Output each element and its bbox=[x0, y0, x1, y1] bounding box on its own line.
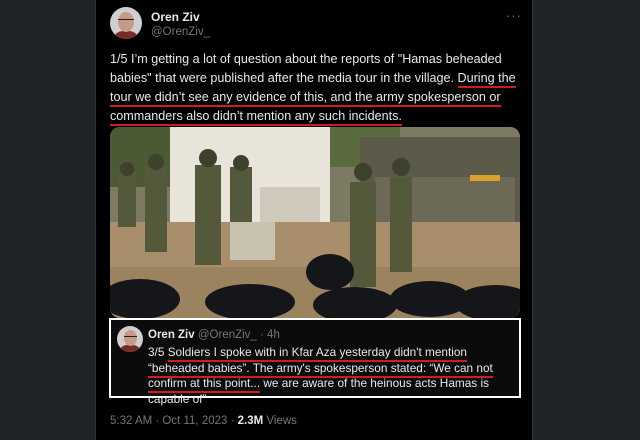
photo-soldiers-body-bags-icon bbox=[110, 127, 520, 318]
author-name[interactable]: Oren Ziv bbox=[151, 10, 200, 24]
quoted-tweet-text: 3/5 Soldiers I spoke with in Kfar Aza ye… bbox=[148, 345, 518, 407]
quoted-tweet-header: Oren Ziv @OrenZiv_ · 4h bbox=[148, 329, 280, 341]
quoted-author-name[interactable]: Oren Ziv bbox=[148, 329, 195, 341]
tweet-text-intro: 1/5 I’m getting a lot of question about … bbox=[110, 52, 502, 85]
quoted-author-handle-time: @OrenZiv_ · 4h bbox=[197, 329, 280, 341]
views-count: 2.3M bbox=[237, 415, 264, 427]
tweet-card[interactable]: Oren Ziv @OrenZiv_ ··· 1/5 I’m getting a… bbox=[95, 0, 533, 440]
tweet-timestamp[interactable]: 5:32 AM · Oct 11, 2023 · bbox=[110, 415, 238, 427]
tweet-text: 1/5 I’m getting a lot of question about … bbox=[110, 50, 520, 126]
quoted-tweet[interactable]: Oren Ziv @OrenZiv_ · 4h 3/5 Soldiers I s… bbox=[109, 318, 521, 406]
tweet-photo[interactable] bbox=[110, 127, 520, 318]
tweet-footer: 5:32 AM · Oct 11, 2023 · 2.3M Views bbox=[110, 415, 297, 427]
author-handle[interactable]: @OrenZiv_ bbox=[151, 26, 210, 38]
quoted-text-prefix: 3/5 bbox=[148, 345, 168, 359]
author-avatar[interactable] bbox=[110, 7, 142, 39]
quoted-author-avatar[interactable] bbox=[117, 326, 143, 352]
views-label: Views bbox=[263, 415, 297, 427]
more-options-icon[interactable]: ··· bbox=[506, 8, 522, 23]
